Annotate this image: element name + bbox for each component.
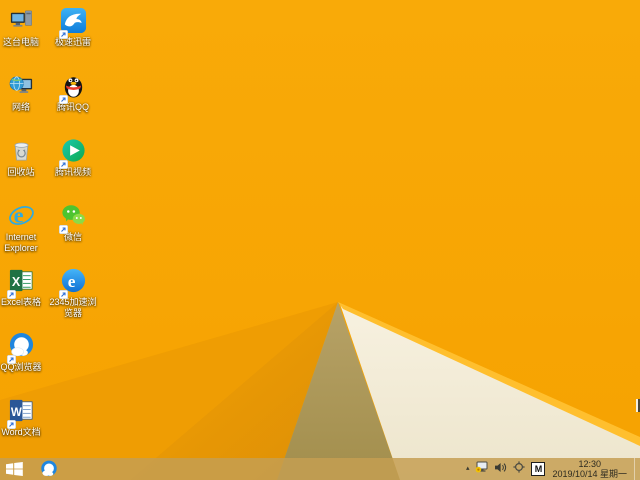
shortcut-arrow-icon <box>58 221 68 234</box>
input-method-indicator[interactable]: M <box>531 462 546 476</box>
desktop-screen: 这台电脑 网络 回收站 e Internet Explorer X Excel表… <box>0 0 640 480</box>
taskbar-clock[interactable]: 12:30 2019/10/14 星期一 <box>551 459 628 479</box>
start-button[interactable] <box>6 462 28 476</box>
icon-label: 腾讯QQ <box>56 102 89 112</box>
desktop-icon-2345-browser[interactable]: e 2345加速浏览器 <box>41 267 105 319</box>
system-tray: ▴ M 12:30 2019/10/14 星期一 <box>466 458 640 480</box>
network-icon <box>9 76 32 93</box>
windows-logo-icon <box>6 462 23 476</box>
icon-label: 2345加速浏览器 <box>49 297 97 318</box>
show-hidden-icons-button[interactable]: ▴ <box>466 458 470 480</box>
device-status-icon[interactable] <box>475 460 488 478</box>
volume-icon[interactable] <box>494 460 507 478</box>
screen-edge-artifact <box>636 399 640 412</box>
clock-date: 2019/10/14 星期一 <box>552 469 627 479</box>
taskbar: ▴ M 12:30 2019/10/14 星期一 <box>0 458 640 480</box>
shortcut-arrow-icon <box>58 26 68 39</box>
show-desktop-button[interactable] <box>634 458 640 480</box>
desktop-icon-xunlei[interactable]: 极速迅雷 <box>41 7 105 48</box>
shortcut-arrow-icon <box>6 351 16 364</box>
shortcut-arrow-icon <box>58 156 68 169</box>
shortcut-arrow-icon <box>58 91 68 104</box>
this-pc-icon <box>10 10 32 27</box>
desktop-icon-tencent-video[interactable]: 腾讯视频 <box>41 137 105 178</box>
clock-time: 12:30 <box>578 459 601 469</box>
taskbar-pinned-qq-browser[interactable] <box>40 460 58 478</box>
tray-target-icon[interactable] <box>513 460 526 478</box>
shortcut-arrow-icon <box>58 286 68 299</box>
desktop-icon-word[interactable]: W Word文档 <box>0 397 53 438</box>
svg-text:e: e <box>67 272 75 291</box>
qq-browser-icon <box>41 460 57 477</box>
recycle-bin-icon <box>14 142 28 161</box>
shortcut-arrow-icon <box>6 286 16 299</box>
desktop-icon-wechat[interactable]: 微信 <box>41 202 105 243</box>
internet-explorer-icon: e <box>8 203 34 228</box>
desktop-icon-tencent-qq[interactable]: 腾讯QQ <box>41 72 105 113</box>
icon-label: 腾讯视频 <box>54 167 91 177</box>
shortcut-arrow-icon <box>6 416 16 429</box>
desktop-icon-qq-browser[interactable]: QQ浏览器 <box>0 332 53 373</box>
icon-label: 微信 <box>63 232 82 242</box>
icon-label: 极速迅雷 <box>54 37 91 47</box>
